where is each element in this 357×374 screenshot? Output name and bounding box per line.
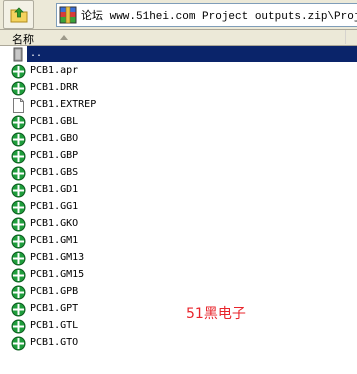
address-text: 论坛 www.51hei.com Project outputs.zip\Pro… (81, 11, 357, 23)
gerber-file-icon (11, 81, 26, 96)
file-name: PCB1.GM15 (30, 269, 85, 280)
file-row[interactable]: PCB1.GBS (0, 165, 357, 182)
file-name: PCB1.GPT (30, 303, 79, 314)
selection-highlight (27, 46, 357, 62)
sort-ascending-icon (60, 35, 68, 40)
file-row[interactable]: .. (0, 46, 357, 63)
file-row[interactable]: PCB1.apr (0, 63, 357, 80)
gerber-file-icon (11, 336, 26, 351)
file-row[interactable]: PCB1.GTL (0, 318, 357, 335)
up-folder-icon (10, 7, 28, 23)
gerber-file-icon (11, 183, 26, 198)
file-row[interactable]: PCB1.GG1 (0, 199, 357, 216)
file-name: PCB1.GKO (30, 218, 79, 229)
file-name: PCB1.GG1 (30, 201, 79, 212)
gerber-file-icon (11, 149, 26, 164)
file-name: PCB1.DRR (30, 82, 79, 93)
winrar-archive-icon (59, 6, 77, 24)
file-row[interactable]: PCB1.GM13 (0, 250, 357, 267)
file-name: PCB1.GD1 (30, 184, 79, 195)
gerber-file-icon (11, 115, 26, 130)
gerber-file-icon (11, 251, 26, 266)
file-row[interactable]: PCB1.GKO (0, 216, 357, 233)
file-row[interactable]: PCB1.GBL (0, 114, 357, 131)
folder-up-icon (11, 47, 26, 62)
file-name: PCB1.GPB (30, 286, 79, 297)
file-row[interactable]: PCB1.GM1 (0, 233, 357, 250)
file-row[interactable]: PCB1.GTO (0, 335, 357, 352)
file-row[interactable]: PCB1.GPT (0, 301, 357, 318)
address-bar[interactable]: 论坛 www.51hei.com Project outputs.zip\Pro… (56, 3, 357, 27)
gerber-file-icon (11, 200, 26, 215)
file-name: .. (28, 47, 45, 61)
gerber-file-icon (11, 302, 26, 317)
file-row[interactable]: PCB1.GD1 (0, 182, 357, 199)
file-name: PCB1.GBP (30, 150, 79, 161)
file-row[interactable]: PCB1.GPB (0, 284, 357, 301)
gerber-file-icon (11, 234, 26, 249)
file-name: PCB1.GBO (30, 133, 79, 144)
file-name: PCB1.GM1 (30, 235, 79, 246)
file-row[interactable]: PCB1.DRR (0, 80, 357, 97)
blank-file-icon (11, 98, 26, 113)
gerber-file-icon (11, 64, 26, 79)
gerber-file-icon (11, 166, 26, 181)
file-name: PCB1.apr (30, 65, 79, 76)
file-row[interactable]: PCB1.GM15 (0, 267, 357, 284)
column-header: 名称 (0, 30, 357, 46)
file-list: .. PCB1.apr PCB1.DRR PCB1.EXTREP PCB1.GBL PCB… (0, 46, 357, 352)
gerber-file-icon (11, 285, 26, 300)
file-name: PCB1.GTO (30, 337, 79, 348)
file-row[interactable]: PCB1.GBO (0, 131, 357, 148)
file-name: PCB1.GBS (30, 167, 79, 178)
file-row[interactable]: PCB1.GBP (0, 148, 357, 165)
gerber-file-icon (11, 217, 26, 232)
column-header-name[interactable]: 名称 (0, 30, 346, 46)
column-header-label: 名称 (12, 33, 34, 46)
gerber-file-icon (11, 319, 26, 334)
watermark-text: 51黑电子 (186, 306, 246, 322)
file-name: PCB1.GTL (30, 320, 79, 331)
file-name: PCB1.GM13 (30, 252, 85, 263)
gerber-file-icon (11, 132, 26, 147)
toolbar: 论坛 www.51hei.com Project outputs.zip\Pro… (0, 0, 357, 30)
file-name: PCB1.GBL (30, 116, 79, 127)
file-row[interactable]: PCB1.EXTREP (0, 97, 357, 114)
file-name: PCB1.EXTREP (30, 99, 97, 110)
gerber-file-icon (11, 268, 26, 283)
up-folder-button[interactable] (3, 0, 34, 29)
